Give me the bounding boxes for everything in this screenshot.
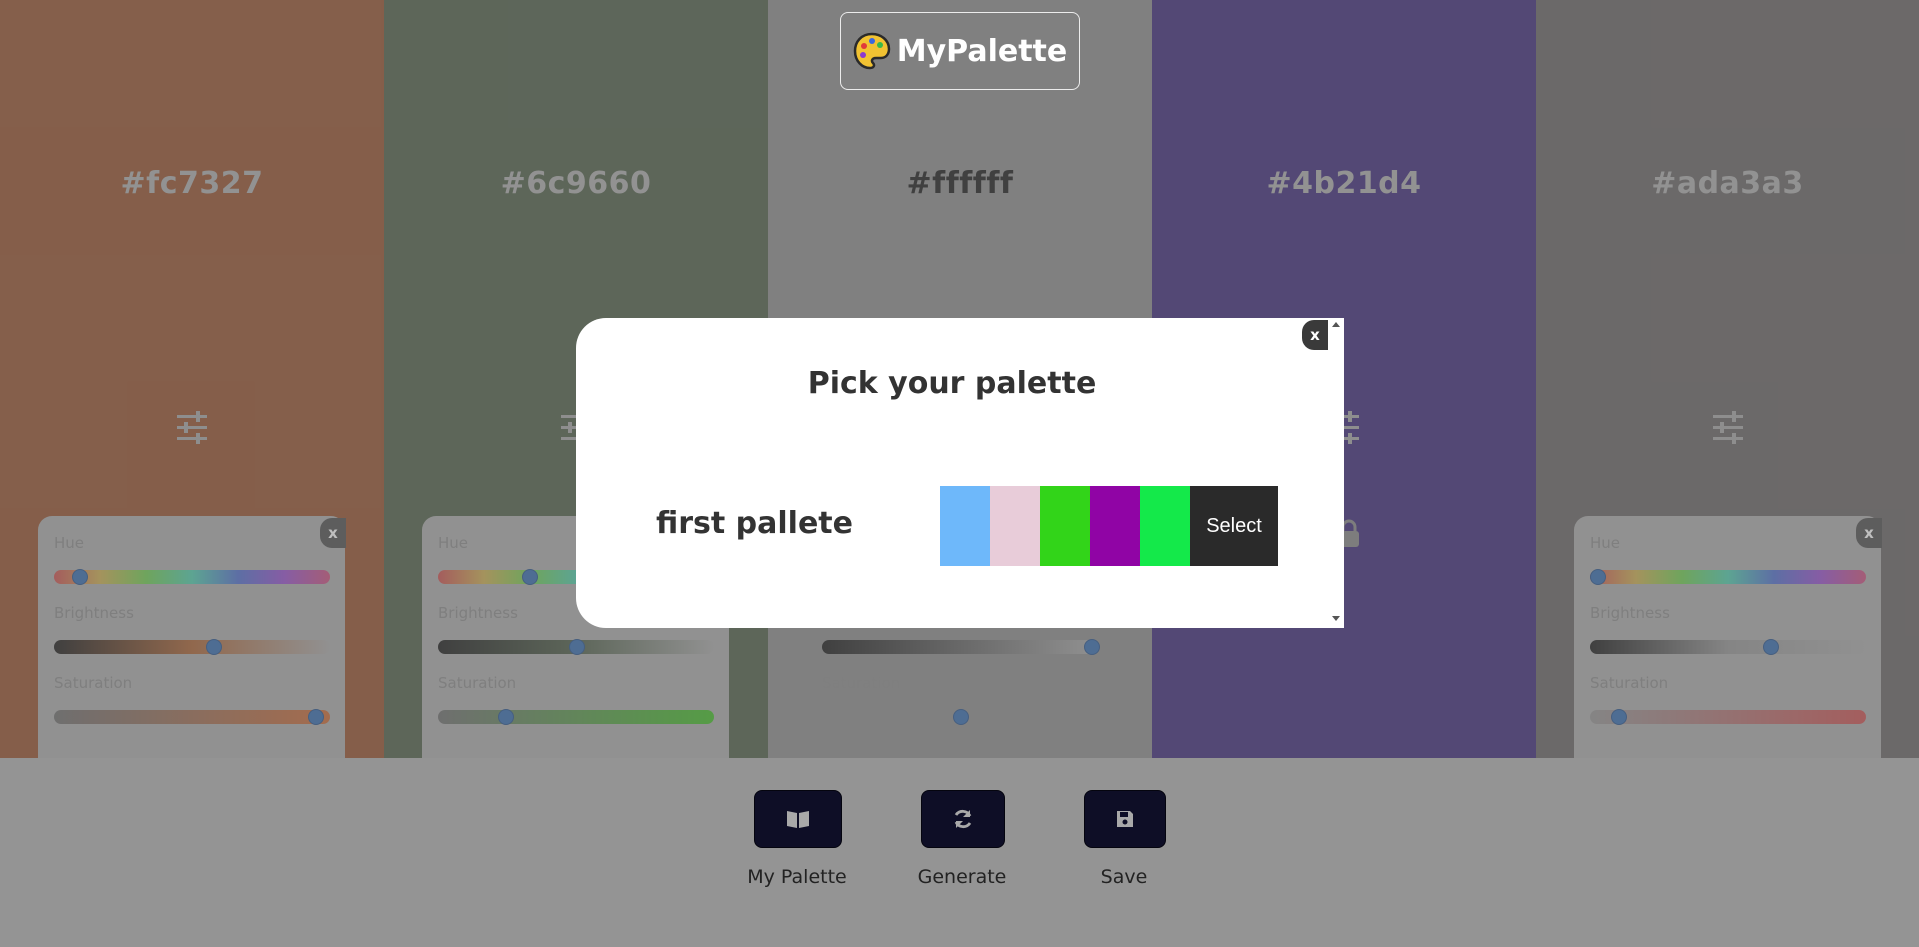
- action-bar: My Palette Generate Save: [0, 790, 1919, 900]
- generate-label[interactable]: Generate: [892, 866, 1032, 888]
- my-palette-button[interactable]: [754, 790, 842, 848]
- my-palette-label[interactable]: My Palette: [720, 866, 874, 888]
- app-logo: MyPalette: [840, 12, 1080, 90]
- palette-name: first pallete: [656, 506, 853, 541]
- logo-text: MyPalette: [896, 33, 1068, 69]
- scroll-up-arrow-icon[interactable]: [1332, 322, 1340, 327]
- modal-title: Pick your palette: [807, 366, 1097, 401]
- save-icon: [1117, 811, 1133, 827]
- palette-icon: [853, 32, 891, 70]
- palette-swatch: [1040, 486, 1090, 566]
- palette-swatch: [990, 486, 1040, 566]
- palette-swatch: [940, 486, 990, 566]
- scroll-down-arrow-icon[interactable]: [1332, 616, 1340, 621]
- palette-picker-modal: x Pick your palette first pallete Select: [576, 318, 1344, 628]
- palette-swatch: [1090, 486, 1140, 566]
- modal-scrollbar[interactable]: [1328, 318, 1344, 628]
- generate-button[interactable]: [921, 790, 1005, 848]
- save-button[interactable]: [1084, 790, 1166, 848]
- palette-swatch: [1140, 486, 1190, 566]
- save-label[interactable]: Save: [1054, 866, 1194, 888]
- select-palette-button[interactable]: Select: [1190, 486, 1278, 566]
- palette-swatches: Select: [940, 486, 1278, 566]
- modal-close-button[interactable]: x: [1302, 320, 1328, 350]
- book-open-icon: [787, 811, 809, 828]
- refresh-icon: [954, 809, 972, 829]
